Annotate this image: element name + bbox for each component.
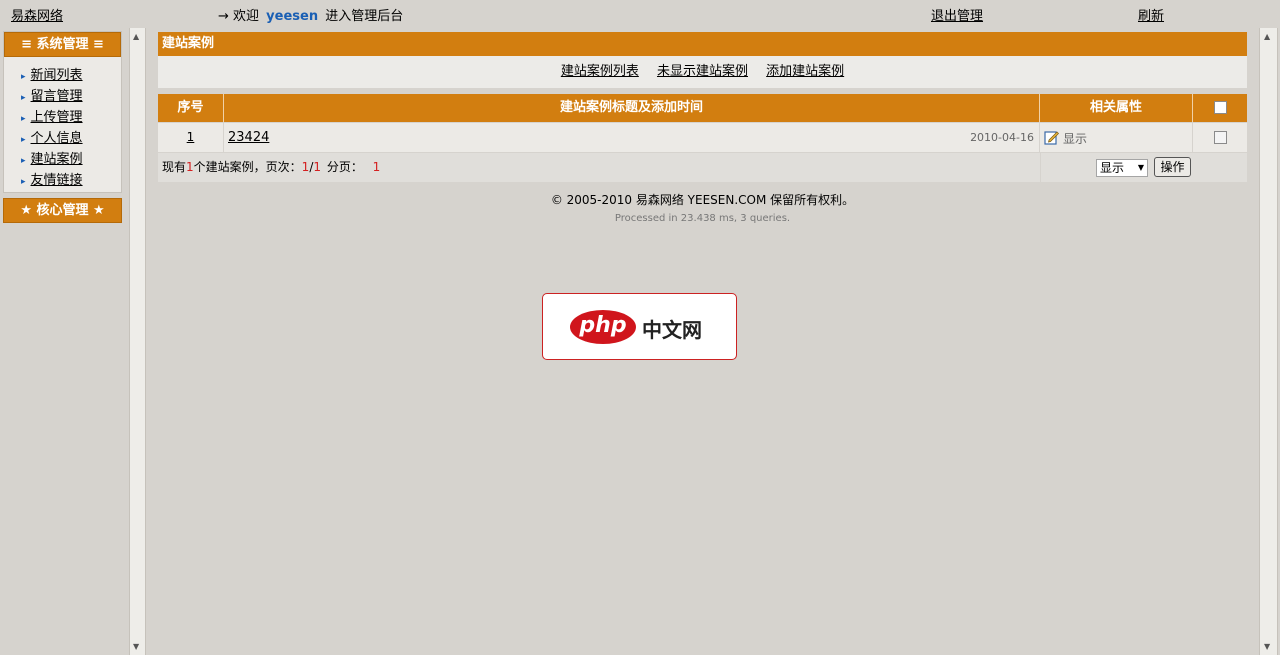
scroll-up-icon[interactable]: ▲ [1264,32,1270,41]
arrow-right-icon: ▸ [21,177,26,187]
row-attrs-cell: 显示 [1040,122,1193,152]
header-title: 建站案例标题及添加时间 [224,94,1040,122]
welcome-message: → 欢迎 yeesen 进入管理后台 [218,9,404,24]
refresh-link[interactable]: 刷新 [1138,5,1164,24]
username: yeesen [266,9,319,24]
php-logo-icon: php [570,310,636,344]
scroll-down-icon[interactable]: ▼ [1264,642,1270,651]
header-attrs: 相关属性 [1040,94,1193,122]
copyright: © 2005-2010 易森网络 YEESEN.COM 保留所有权利。 [550,193,855,207]
processed-info: Processed in 23.438 ms, 3 queries. [614,213,791,224]
sidebar-item-uploads[interactable]: ▸ 上传管理 [21,107,121,128]
sub-navigation: 建站案例列表 未显示建站案例 添加建站案例 [158,56,1247,88]
system-menu-list: ▸ 新闻列表 ▸ 留言管理 ▸ 上传管理 ▸ 个人信息 ▸ 建站案例 ▸ 友情链接 [4,57,121,193]
sidebar-item-messages[interactable]: ▸ 留言管理 [21,86,121,107]
row-date: 2010-04-16 [970,131,1034,144]
header-index: 序号 [158,94,224,122]
edit-icon[interactable] [1044,130,1059,145]
select-all-checkbox[interactable] [1214,101,1227,114]
sidebar-scrollbar[interactable]: ▲ ▼ [129,28,146,655]
scroll-down-icon[interactable]: ▼ [133,642,139,651]
table-header: 序号 建站案例标题及添加时间 相关属性 [158,94,1247,122]
row-title-link[interactable]: 23424 [228,130,269,145]
table-footer: 现有1个建站案例，页次：1/1 分页： 1 显示 ▼ 操作 [158,152,1247,182]
logout-link[interactable]: 退出管理 [931,5,983,24]
bulk-actions: 显示 ▼ 操作 [1040,152,1247,182]
sidebar-item-news[interactable]: ▸ 新闻列表 [21,65,121,86]
pagination-info: 现有1个建站案例，页次：1/1 分页： 1 [158,152,1040,182]
action-button[interactable]: 操作 [1154,157,1191,177]
site-link[interactable]: 易森网络 [11,5,63,24]
row-status-label[interactable]: 显示 [1063,130,1087,147]
arrow-right-icon: ▸ [21,72,26,82]
top-bar: 易森网络 → 欢迎 yeesen 进入管理后台 退出管理 刷新 [0,0,1280,28]
main-scrollbar[interactable]: ▲ ▼ [1259,28,1278,655]
core-menu: ★ 核心管理 ★ [3,198,122,224]
add-case-link[interactable]: 添加建站案例 [766,64,844,79]
arrow-right-icon: ▸ [21,135,26,145]
header-select-all [1193,94,1247,122]
sidebar-item-cases[interactable]: ▸ 建站案例 [21,149,121,170]
core-menu-header[interactable]: ★ 核心管理 ★ [3,198,122,223]
logo-label: 中文网 [642,318,702,342]
table-row: 1 23424 2010-04-16 显示 [158,122,1247,152]
arrow-right-icon: ▸ [21,114,26,124]
arrow-right-icon: ▸ [21,156,26,166]
row-index[interactable]: 1 [158,122,224,152]
system-menu-header[interactable]: ≡ 系统管理 ≡ [4,32,121,57]
page-title: 建站案例 [158,32,1247,56]
arrow-right-icon: ▸ [21,93,26,103]
scroll-up-icon[interactable]: ▲ [133,32,139,41]
watermark-logo: php 中文网 [542,293,737,360]
sidebar-item-profile[interactable]: ▸ 个人信息 [21,128,121,149]
system-menu: ≡ 系统管理 ≡ ▸ 新闻列表 ▸ 留言管理 ▸ 上传管理 ▸ 个人信息 ▸ 建站案例 ▸… [3,31,122,193]
row-select-cell [1193,122,1247,152]
sidebar: ≡ 系统管理 ≡ ▸ 新闻列表 ▸ 留言管理 ▸ 上传管理 ▸ 个人信息 ▸ 建站案例 ▸… [0,28,128,655]
bulk-action-select[interactable]: 显示 ▼ [1096,159,1148,177]
sidebar-item-links[interactable]: ▸ 友情链接 [21,170,121,191]
main-panel: 建站案例 建站案例列表 未显示建站案例 添加建站案例 序号 建站案例标题及添加时… [158,32,1247,182]
page-link[interactable]: 1 [373,160,381,174]
row-title-cell: 23424 2010-04-16 [224,122,1040,152]
cases-table: 序号 建站案例标题及添加时间 相关属性 1 23424 2010-04-16 显… [158,94,1247,182]
chevron-down-icon: ▼ [1137,163,1144,172]
case-list-link[interactable]: 建站案例列表 [561,64,639,79]
hidden-cases-link[interactable]: 未显示建站案例 [657,64,748,79]
row-checkbox[interactable] [1214,131,1227,144]
